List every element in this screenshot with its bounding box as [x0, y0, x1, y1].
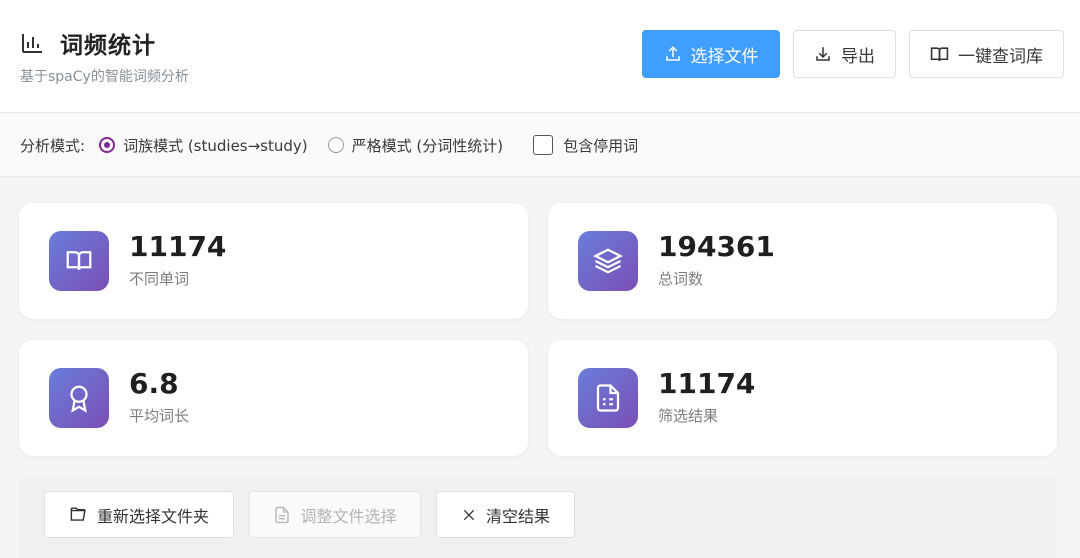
reselect-folder-button[interactable]: 重新选择文件夹: [44, 491, 234, 538]
stat-label: 筛选结果: [658, 407, 719, 425]
page-subtitle: 基于spaCy的智能词频分析: [20, 69, 189, 85]
analysis-mode-label: 分析模式:: [20, 136, 86, 155]
export-button[interactable]: 导出: [793, 30, 896, 78]
stat-card-total-words: 194361 总词数: [548, 203, 1057, 319]
clear-results-button[interactable]: 清空结果: [436, 491, 575, 538]
document-icon: [578, 368, 638, 428]
select-file-label: 选择文件: [690, 46, 759, 67]
radio-strict-label: 严格模式 (分词性统计): [351, 136, 504, 155]
stat-card-avg-word-length: 6.8 平均词长: [19, 340, 528, 456]
analysis-mode-bar: 分析模式: 词族模式 (studies→study) 严格模式 (分词性统计) …: [0, 114, 1080, 177]
radio-strict-mode[interactable]: 严格模式 (分词性统计): [327, 135, 504, 156]
stat-label: 平均词长: [129, 407, 190, 425]
stat-card-unique-words: 11174 不同单词: [19, 203, 528, 319]
title-row: 词频统计: [20, 26, 156, 60]
reselect-folder-label: 重新选择文件夹: [96, 506, 209, 526]
header: 词频统计 基于spaCy的智能词频分析 选择文件 导出 一键查词库: [0, 0, 1080, 113]
book-icon: [49, 231, 109, 291]
radio-unchecked-icon: [327, 137, 344, 153]
close-icon: [463, 509, 475, 520]
stat-value: 194361: [658, 230, 775, 263]
clear-results-label: 清空结果: [485, 506, 550, 526]
bar-chart-icon: [20, 31, 44, 55]
stat-label: 总词数: [658, 270, 704, 288]
upload-icon: [665, 46, 680, 61]
action-panel: 重新选择文件夹 调整文件选择 清空结果: [19, 477, 1056, 558]
stat-value: 11174: [129, 230, 227, 263]
include-stopwords-label: 包含停用词: [563, 136, 639, 155]
folder-open-icon: [70, 507, 86, 521]
radio-checked-icon: [99, 137, 116, 153]
stat-card-filter-results: 11174 筛选结果: [548, 340, 1057, 456]
select-file-button[interactable]: 选择文件: [642, 30, 780, 78]
radio-word-family-label: 词族模式 (studies→study): [123, 136, 308, 155]
page-title: 词频统计: [60, 33, 156, 59]
export-label: 导出: [841, 46, 875, 67]
lookup-vocabulary-button[interactable]: 一键查词库: [909, 30, 1064, 78]
stat-value: 6.8: [129, 367, 179, 400]
stat-value: 11174: [658, 367, 756, 400]
stat-label: 不同单词: [129, 270, 190, 288]
file-text-icon: [275, 506, 290, 523]
award-icon: [49, 368, 109, 428]
adjust-file-selection-button[interactable]: 调整文件选择: [249, 491, 421, 538]
include-stopwords-checkbox[interactable]: 包含停用词: [533, 135, 638, 156]
download-icon: [816, 47, 830, 61]
checkbox-unchecked-icon: [533, 135, 554, 155]
radio-word-family-mode[interactable]: 词族模式 (studies→study): [99, 135, 308, 156]
lookup-label: 一键查词库: [958, 46, 1043, 67]
adjust-file-selection-label: 调整文件选择: [300, 506, 397, 526]
layers-icon: [578, 231, 638, 291]
open-book-icon: [930, 46, 949, 61]
